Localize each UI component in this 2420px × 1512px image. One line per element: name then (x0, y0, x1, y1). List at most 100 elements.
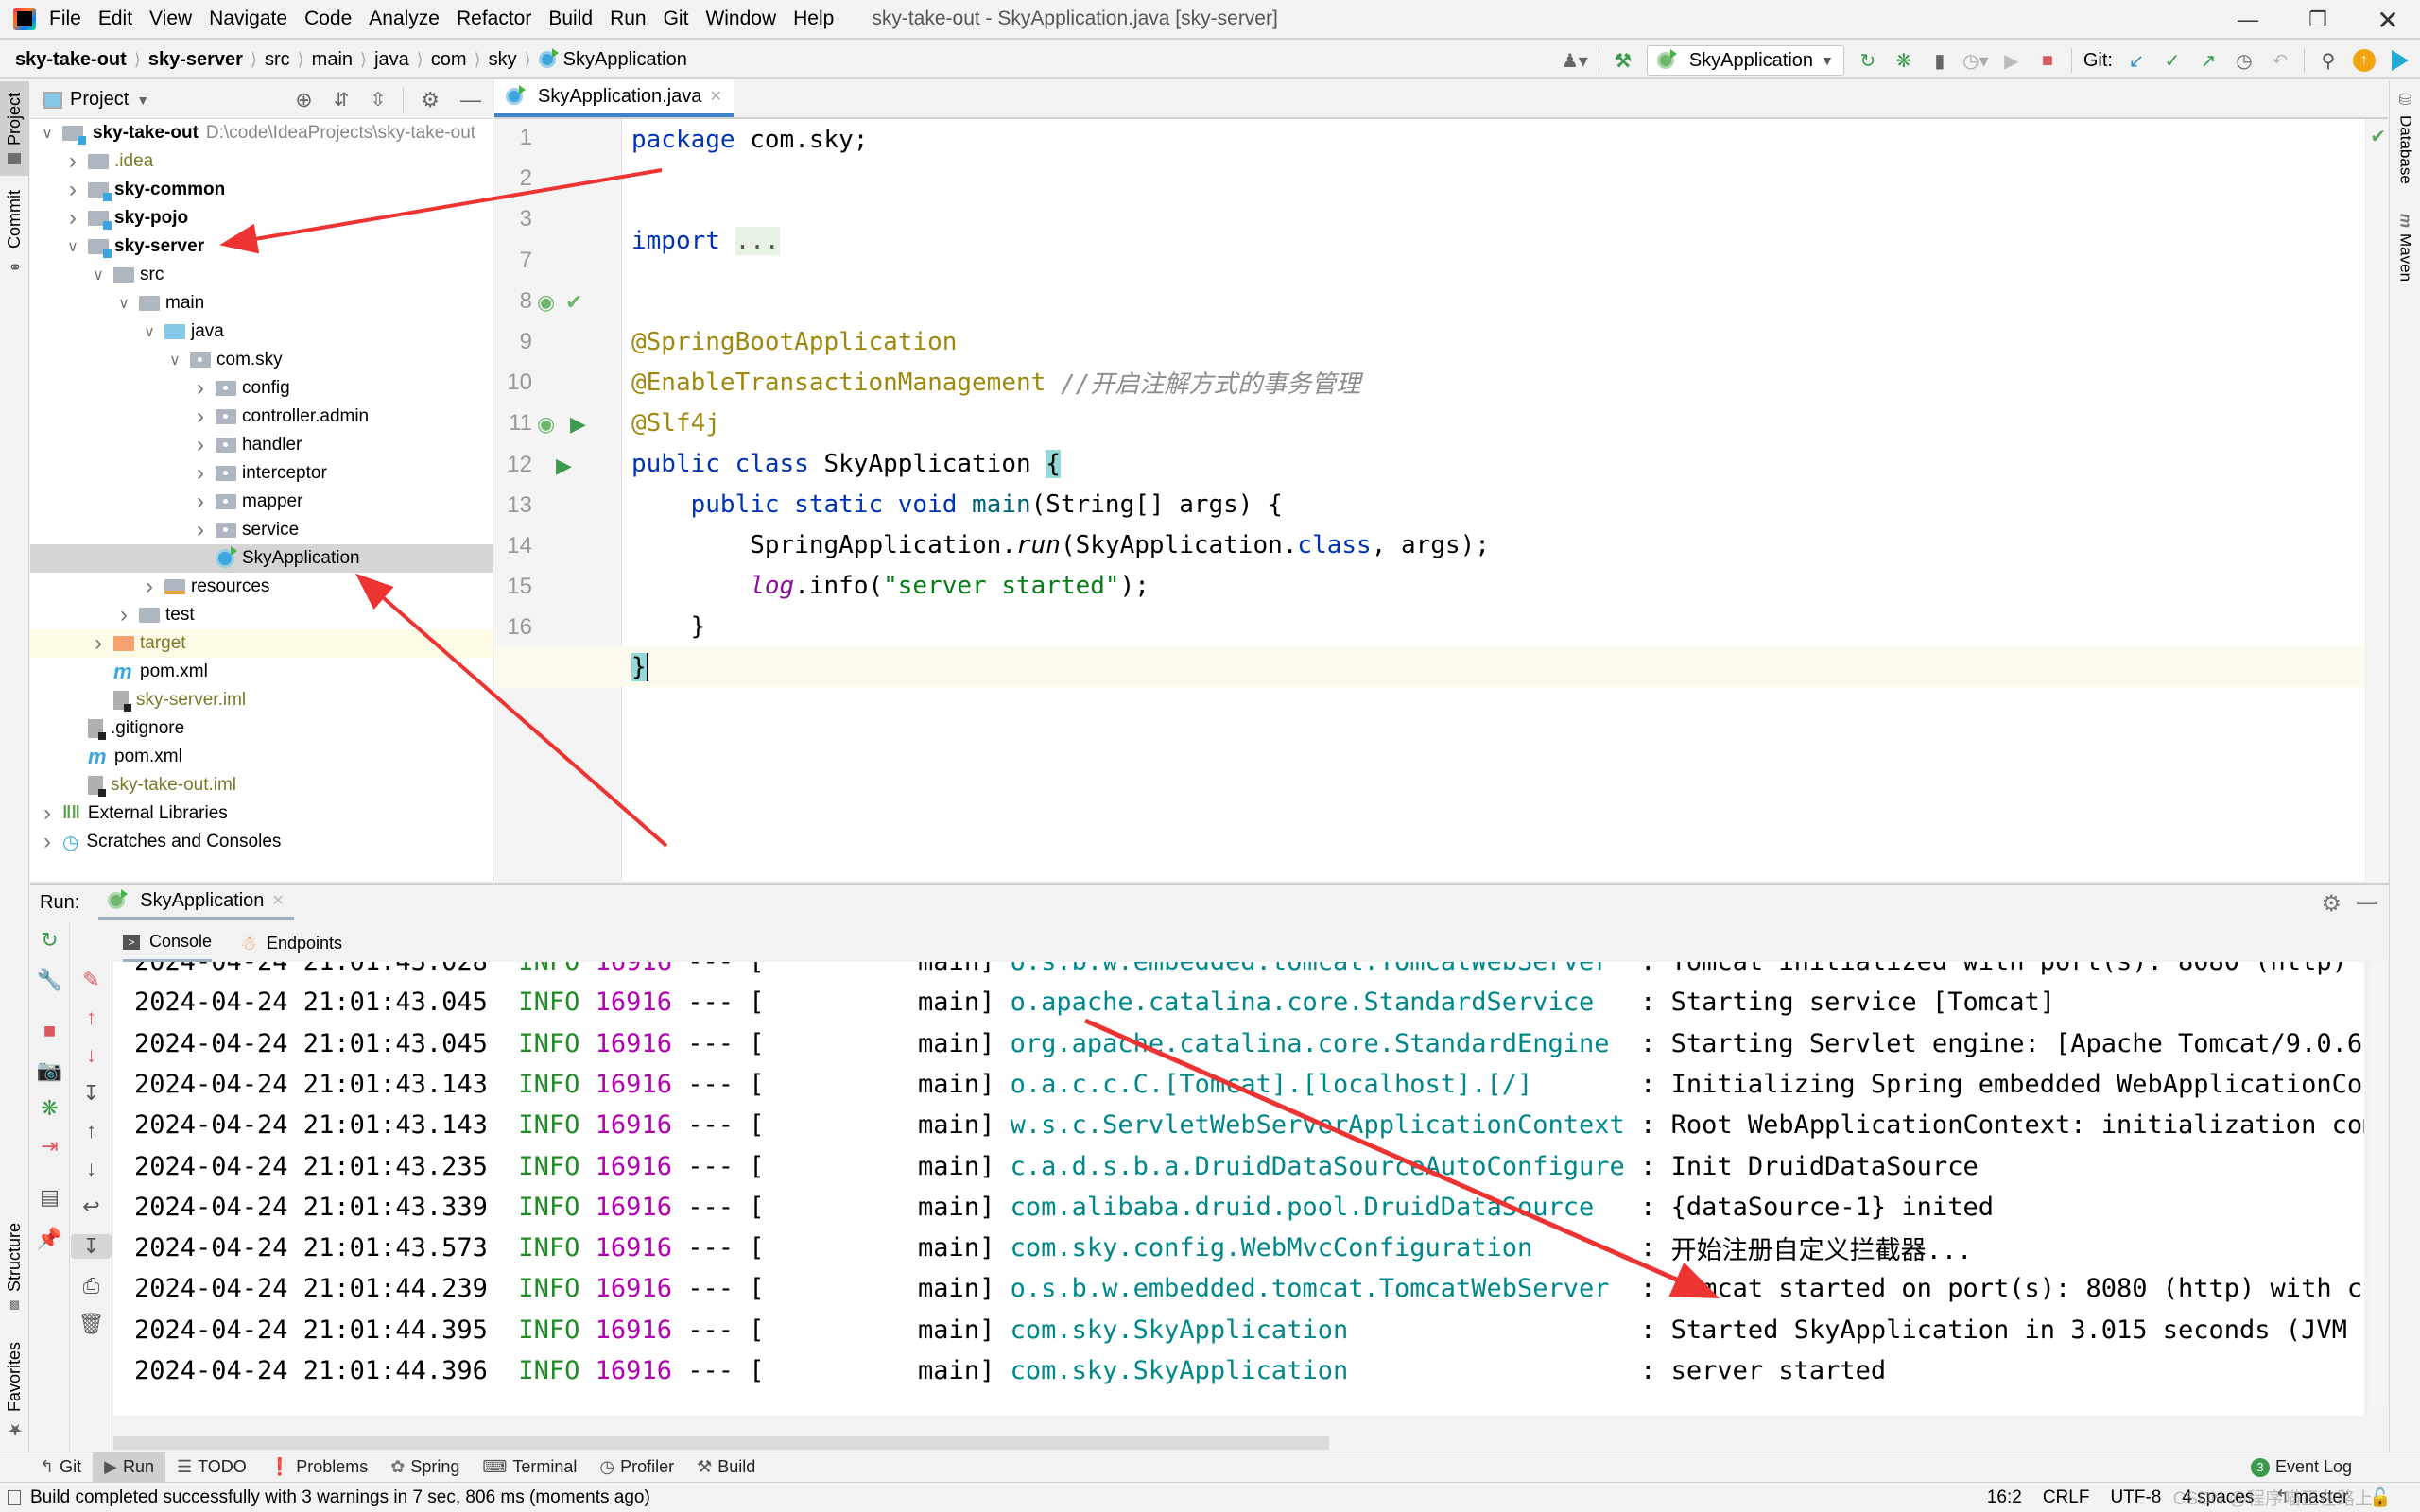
next-error-icon[interactable]: ↓ (71, 1043, 112, 1068)
run-with-coverage-icon[interactable]: ▮ (1927, 48, 1952, 73)
spring-bean-navigate-icon[interactable]: ◉ (537, 290, 555, 315)
breadcrumb-item[interactable]: sky (489, 49, 517, 71)
menu-window[interactable]: Window (705, 8, 776, 30)
tool-window-favorites[interactable]: ★ Favorites (0, 1338, 29, 1442)
chevron-right-icon[interactable]: › (65, 148, 80, 175)
chevron-down-icon[interactable]: ∨ (116, 294, 131, 313)
print-icon[interactable]: ⎙ (71, 1274, 112, 1298)
tree-item[interactable]: ∨ main (30, 289, 493, 318)
breadcrumb-item[interactable]: java (374, 49, 409, 71)
console-scrollbar[interactable] (2370, 962, 2385, 1406)
tree-item[interactable]: sky-server.iml (30, 686, 493, 714)
toggle-tool-windows-icon[interactable] (8, 1489, 21, 1505)
clear-all-icon[interactable]: ✎ (71, 968, 112, 992)
chevron-right-icon[interactable]: › (193, 460, 208, 487)
folded-imports[interactable]: ... (735, 226, 780, 255)
rollback-icon[interactable]: ↶ (2268, 48, 2292, 73)
run-main-gutter-icon[interactable]: ▶ (556, 454, 572, 478)
tree-item[interactable]: › mapper (30, 488, 493, 516)
tree-item[interactable]: .gitignore (30, 714, 493, 743)
file-encoding[interactable]: UTF-8 (2110, 1487, 2161, 1508)
tool-window-commit[interactable]: ⚭ Commit (0, 191, 29, 277)
profiler-icon[interactable]: ◷▾ (1962, 48, 1989, 73)
breadcrumb-item[interactable]: sky-take-out (15, 49, 127, 71)
sort-icon[interactable]: ↧ (71, 1081, 112, 1106)
tree-item[interactable]: m pom.xml (30, 658, 493, 686)
minimize-button[interactable]: — (2218, 0, 2278, 40)
stop-icon[interactable]: ■ (30, 1019, 69, 1043)
chevron-right-icon[interactable]: › (65, 177, 80, 203)
tree-item[interactable]: › config (30, 374, 493, 403)
debug-bug-icon[interactable]: ❋ (1892, 48, 1916, 73)
menu-refactor[interactable]: Refactor (457, 8, 531, 30)
tree-item[interactable]: SkyApplication (30, 544, 493, 573)
tree-item[interactable]: › .idea (30, 147, 493, 176)
chevron-right-icon[interactable]: › (193, 489, 208, 515)
tool-window-maven[interactable]: m Maven (2390, 214, 2420, 282)
breadcrumb-item[interactable]: sky-server (148, 49, 243, 71)
tree-item[interactable]: › sky-pojo (30, 204, 493, 232)
tool-window-profiler[interactable]: ◷ Profiler (588, 1452, 685, 1483)
console-output[interactable]: 2024-04-24 21:01:43.028 INFO 16916 --- [… (113, 962, 2364, 1416)
locate-file-icon[interactable]: ⊕ (295, 88, 312, 112)
tree-item[interactable]: › ◷ Scratches and Consoles (30, 828, 493, 856)
tool-window-structure[interactable]: ▩ Structure (0, 1215, 29, 1319)
project-view-select[interactable]: Project (70, 89, 129, 111)
chevron-right-icon[interactable]: › (193, 375, 208, 402)
run-config-tab[interactable]: SkyApplication ✕ (98, 885, 294, 920)
wrench-icon[interactable]: 🔧 (30, 968, 69, 992)
menu-help[interactable]: Help (793, 8, 834, 30)
up-arrow-icon[interactable]: ↑ (71, 1119, 112, 1143)
tool-window-project[interactable]: Project (0, 81, 29, 176)
editor-scrollbar[interactable]: ✔ (2365, 119, 2388, 881)
tree-item[interactable]: › target (30, 629, 493, 658)
tab-endpoints[interactable]: ☃ Endpoints (240, 924, 342, 962)
chevron-right-icon[interactable]: › (193, 517, 208, 543)
chevron-right-icon[interactable]: › (142, 574, 157, 600)
camera-dump-icon[interactable]: 📷 (30, 1058, 69, 1083)
run-configuration-select[interactable]: SkyApplication ▼ (1646, 45, 1844, 76)
tool-window-terminal[interactable]: ⌨ Terminal (471, 1452, 588, 1483)
editor-tab-skyapplication[interactable]: SkyApplication.java ✕ (494, 79, 734, 117)
soft-wrap-icon[interactable]: ↩ (71, 1194, 112, 1219)
tab-console[interactable]: > Console (123, 924, 213, 962)
layout-icon[interactable]: ▤ (30, 1185, 69, 1210)
menu-code[interactable]: Code (304, 8, 352, 30)
tool-window-event-log[interactable]: 3 Event Log (2239, 1452, 2363, 1483)
close-tab-icon[interactable]: ✕ (271, 891, 284, 910)
tree-item[interactable]: › ‖‖ External Libraries (30, 799, 493, 828)
tree-root-item[interactable]: ∨ sky-take-out D:\code\IdeaProjects\sky-… (30, 119, 493, 147)
close-window-button[interactable]: ✕ (2358, 0, 2418, 40)
menu-view[interactable]: View (149, 8, 192, 30)
collapse-all-icon[interactable]: ⇳ (371, 88, 387, 112)
settings-gear-icon[interactable]: ⚙ (2321, 890, 2342, 918)
line-separator[interactable]: CRLF (2043, 1487, 2090, 1508)
tree-item[interactable]: › sky-common (30, 176, 493, 204)
menu-git[interactable]: Git (664, 8, 689, 30)
rerun-icon[interactable]: ↻ (30, 928, 69, 953)
chevron-right-icon[interactable]: › (91, 630, 106, 657)
user-icon[interactable]: ♟▾ (1562, 48, 1588, 73)
tree-item[interactable]: › service (30, 516, 493, 544)
git-commit-icon[interactable]: ✓ (2160, 48, 2185, 73)
tree-item[interactable]: ∨ com.sky (30, 346, 493, 374)
tree-item[interactable]: › test (30, 601, 493, 629)
menu-file[interactable]: File (49, 8, 81, 30)
rerun-icon[interactable]: ↻ (1856, 48, 1880, 73)
chevron-right-icon[interactable]: › (116, 602, 131, 628)
down-arrow-icon[interactable]: ↓ (71, 1157, 112, 1181)
menu-navigate[interactable]: Navigate (209, 8, 287, 30)
chevron-down-icon[interactable]: ▼ (136, 93, 149, 108)
code-content[interactable]: package com.sky; import ... @SpringBootA… (494, 119, 2365, 881)
tree-item[interactable]: › handler (30, 431, 493, 459)
search-icon[interactable]: ⚲ (2316, 48, 2341, 73)
tool-window-git[interactable]: ↰ Git (28, 1452, 93, 1483)
menu-build[interactable]: Build (548, 8, 593, 30)
git-push-icon[interactable]: ↗ (2196, 48, 2221, 73)
hide-panel-icon[interactable]: — (2357, 890, 2377, 915)
exit-icon[interactable]: ⇥ (30, 1134, 69, 1159)
git-update-icon[interactable]: ↙ (2124, 48, 2149, 73)
stop-icon[interactable]: ■ (2035, 48, 2060, 73)
menu-analyze[interactable]: Analyze (369, 8, 440, 30)
tool-window-problems[interactable]: ❗ Problems (258, 1452, 379, 1483)
